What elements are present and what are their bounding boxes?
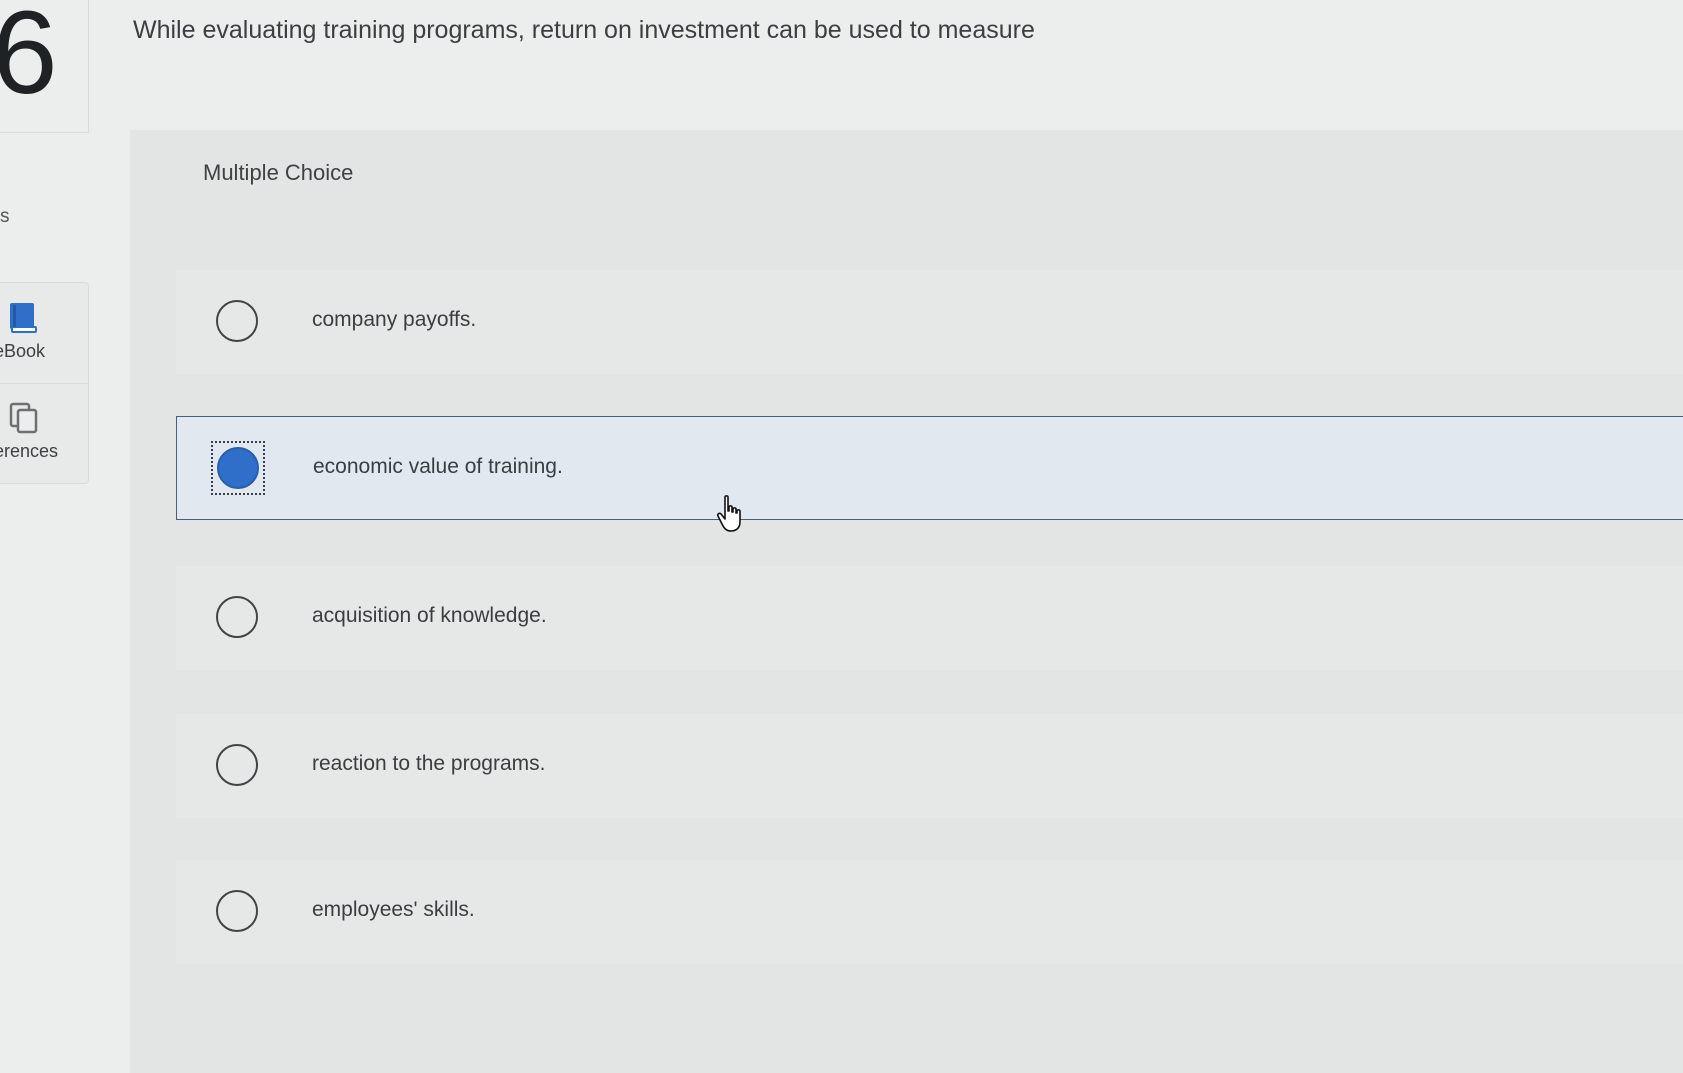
ebook-label: eBook bbox=[0, 341, 46, 361]
tool-rail: eBook erences bbox=[0, 282, 89, 484]
rail-partial-label: s bbox=[0, 206, 10, 227]
question-number-box: 6 bbox=[0, 0, 89, 133]
radio-button[interactable] bbox=[216, 890, 258, 932]
choice-text: company payoffs. bbox=[312, 308, 477, 331]
choice-option-4[interactable]: reaction to the programs. bbox=[176, 714, 1683, 818]
radio-button[interactable] bbox=[216, 596, 258, 638]
radio-button[interactable] bbox=[216, 744, 258, 786]
copy-icon bbox=[8, 401, 38, 440]
question-text: While evaluating training programs, retu… bbox=[133, 16, 1035, 44]
references-label: erences bbox=[0, 441, 59, 461]
choice-text: reaction to the programs. bbox=[312, 752, 546, 775]
choice-text: employees' skills. bbox=[312, 898, 475, 921]
choice-option-5[interactable]: employees' skills. bbox=[176, 860, 1683, 964]
choice-option-3[interactable]: acquisition of knowledge. bbox=[176, 566, 1683, 670]
quiz-page: 6 s eBook erences While evaluat bbox=[0, 0, 1683, 1073]
question-type-label: Multiple Choice bbox=[203, 160, 354, 185]
ebook-button[interactable]: eBook bbox=[0, 283, 88, 384]
choice-option-1[interactable]: company payoffs. bbox=[176, 270, 1683, 374]
choice-text: economic value of training. bbox=[313, 455, 563, 478]
references-button[interactable]: erences bbox=[0, 383, 88, 483]
radio-button-checked[interactable] bbox=[217, 447, 259, 489]
choice-option-2-selected[interactable]: economic value of training. bbox=[176, 416, 1683, 520]
focus-ring bbox=[211, 441, 265, 495]
choice-text: acquisition of knowledge. bbox=[312, 604, 547, 627]
book-icon bbox=[8, 301, 38, 340]
hand-pointer-icon bbox=[716, 494, 746, 539]
question-number: 6 bbox=[0, 0, 58, 119]
radio-button[interactable] bbox=[216, 300, 258, 342]
